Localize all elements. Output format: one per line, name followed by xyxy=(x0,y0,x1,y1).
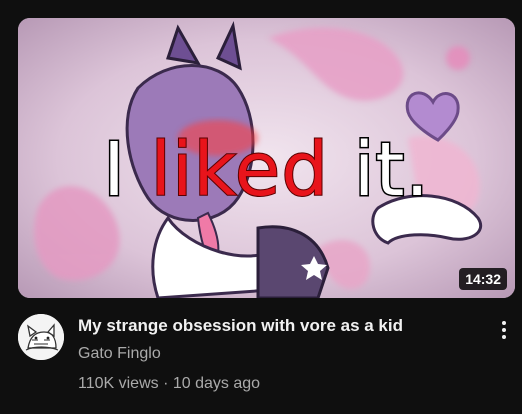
view-count: 110K views xyxy=(78,375,159,392)
more-vert-icon[interactable] xyxy=(496,316,512,344)
upload-age: 10 days ago xyxy=(172,375,261,392)
more-dot xyxy=(502,335,506,339)
more-dot xyxy=(502,321,506,325)
video-thumbnail[interactable]: I liked it. 14:32 xyxy=(18,18,515,298)
video-stats: 110K views · 10 days ago xyxy=(78,373,478,395)
thumbnail-word-3: it. xyxy=(352,127,430,213)
thumbnail-word-2: liked xyxy=(149,127,330,213)
video-title[interactable]: My strange obsession with vore as a kid xyxy=(78,314,478,338)
more-dot xyxy=(502,328,506,332)
cat-avatar-icon xyxy=(18,314,64,360)
thumbnail-caption: I liked it. xyxy=(18,127,515,213)
channel-avatar[interactable] xyxy=(18,314,64,360)
stats-separator: · xyxy=(163,375,169,392)
duration-badge: 14:32 xyxy=(459,268,507,290)
thumbnail-word-1: I xyxy=(102,127,127,213)
video-meta: My strange obsession with vore as a kid … xyxy=(78,314,478,395)
video-card[interactable]: I liked it. 14:32 My strange obsession w… xyxy=(0,0,522,414)
channel-name[interactable]: Gato Finglo xyxy=(78,343,478,365)
